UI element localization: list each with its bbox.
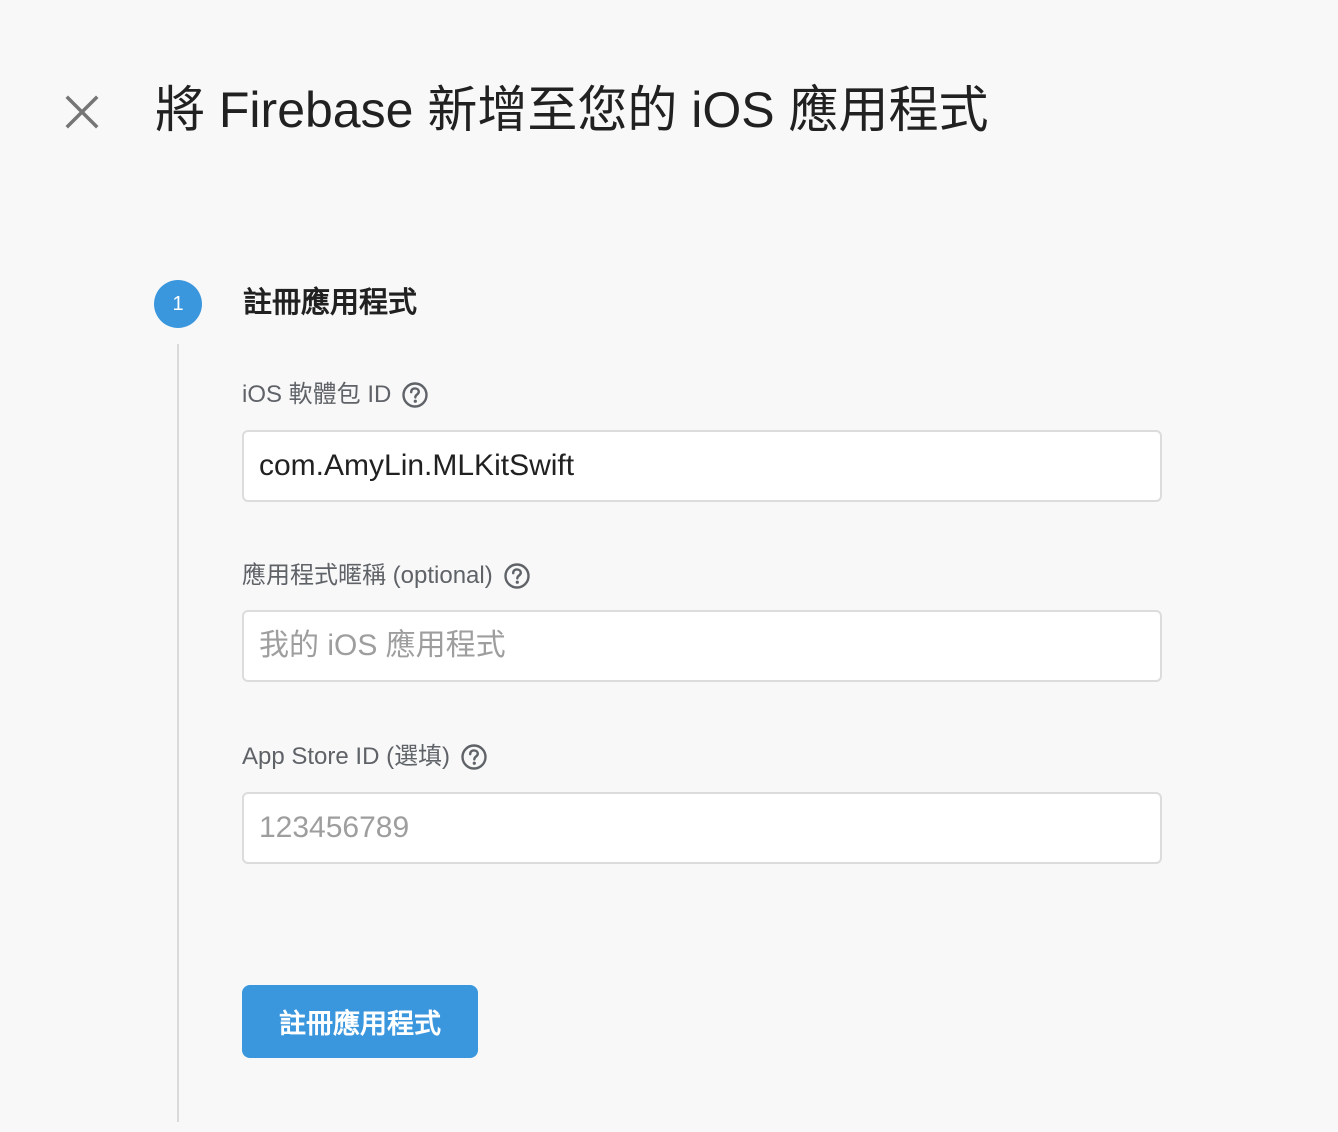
help-icon[interactable] [401,381,429,409]
register-app-button[interactable]: 註冊應用程式 [242,985,478,1058]
app-store-id-input[interactable] [242,792,1162,864]
step-connector-line [177,344,179,1122]
help-icon[interactable] [503,562,531,590]
page-title: 將 Firebase 新增至您的 iOS 應用程式 [155,82,989,138]
app-store-id-label: App Store ID (選填) [242,743,451,770]
bundle-id-label-row: iOS 軟體包 ID [242,379,429,411]
step-number-badge: 1 [154,280,202,328]
app-store-id-label-row: App Store ID (選填) [242,741,488,773]
close-icon [65,95,99,129]
help-icon[interactable] [460,743,488,771]
nickname-label-row: 應用程式暱稱 (optional) [242,560,531,592]
close-button[interactable] [58,88,106,136]
step-title: 註冊應用程式 [243,287,418,319]
bundle-id-label: iOS 軟體包 ID [242,381,392,408]
nickname-label: 應用程式暱稱 (optional) [242,562,493,589]
bundle-id-input[interactable] [242,430,1162,502]
nickname-input[interactable] [242,610,1162,682]
